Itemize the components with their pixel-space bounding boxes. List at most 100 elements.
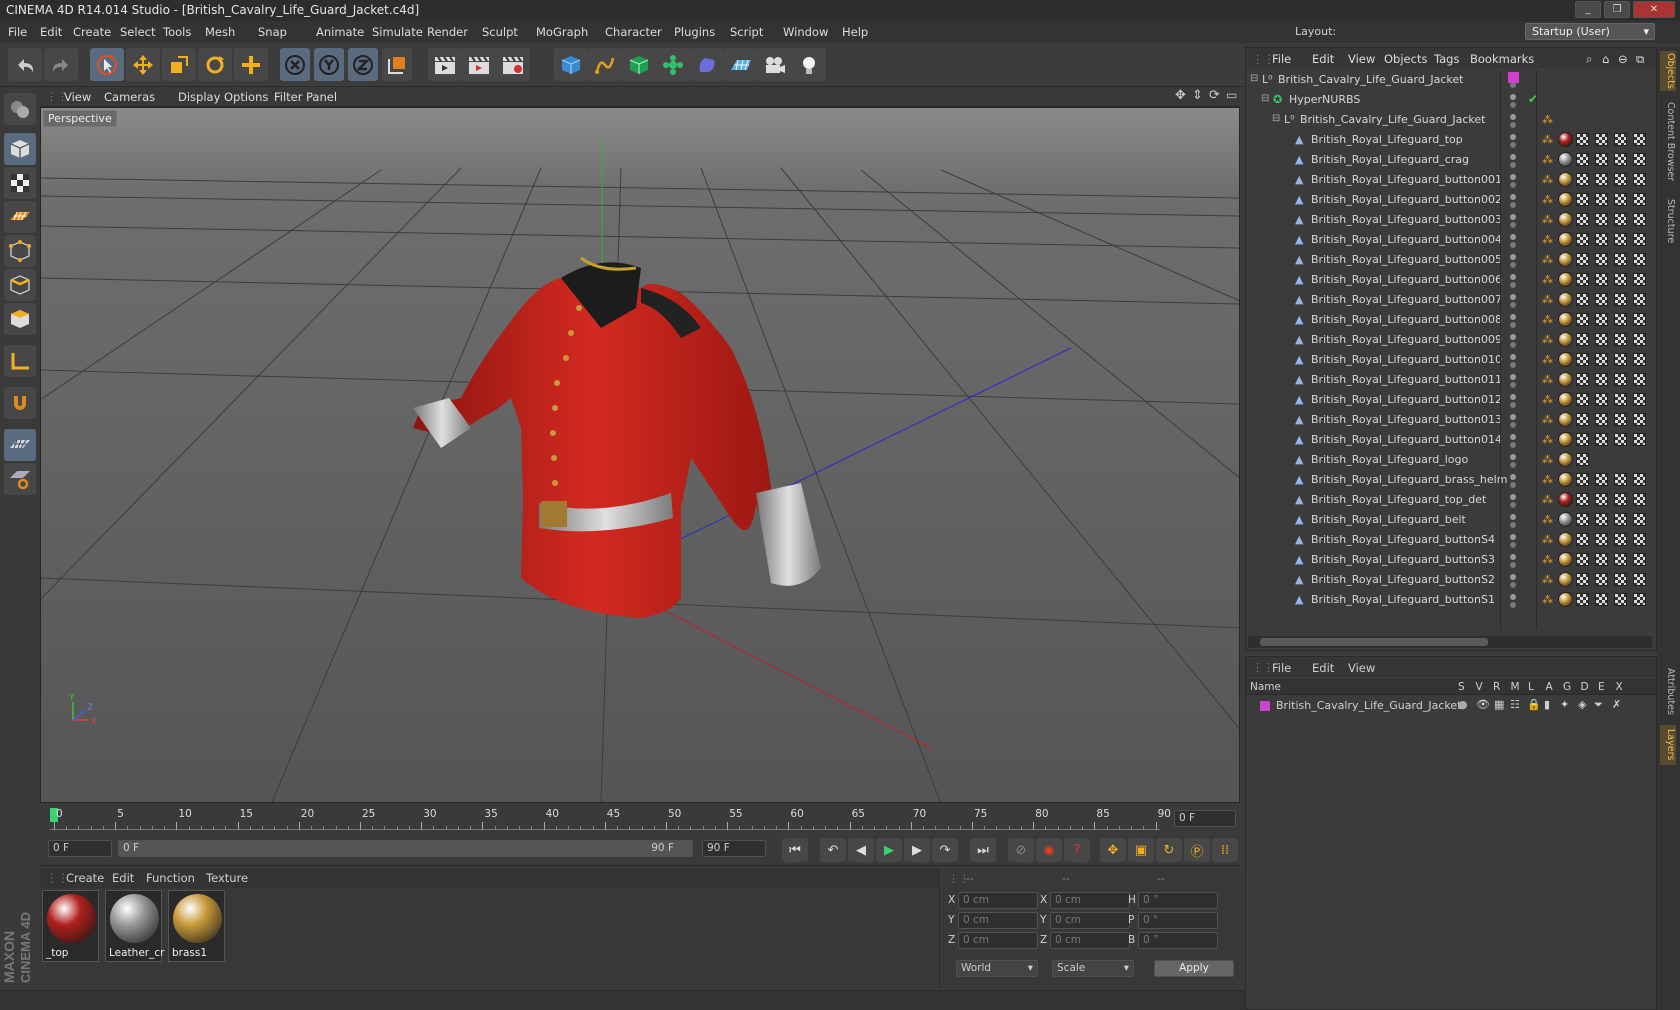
object-row[interactable]: ▲ British_Royal_Lifeguard_logo ⁂ (1246, 450, 1656, 470)
x-axis-button[interactable] (280, 48, 310, 81)
texture-tag-icon[interactable] (1576, 433, 1589, 446)
texture-tag-icon[interactable] (1614, 253, 1627, 266)
tab-attributes[interactable]: Attributes (1660, 663, 1676, 719)
texture-tag-icon[interactable] (1633, 313, 1646, 326)
manager-icon[interactable]: ☷ (1510, 698, 1520, 711)
coord-value-field[interactable]: 0 cm (958, 932, 1038, 949)
go-to-start-button[interactable]: ⏮ (782, 838, 808, 862)
phong-tag-icon[interactable]: ⁂ (1542, 553, 1553, 566)
phong-tag-icon[interactable]: ⁂ (1542, 233, 1553, 246)
menu-edit[interactable]: Edit (40, 25, 62, 39)
previous-key-button[interactable]: ↶ (820, 838, 846, 862)
object-name[interactable]: British_Royal_Lifeguard_button011 (1311, 373, 1502, 386)
object-row[interactable]: ▲ British_Royal_Lifeguard_buttonS3 ⁂ (1246, 550, 1656, 570)
add-light-button[interactable] (792, 48, 826, 81)
object-name[interactable]: British_Royal_Lifeguard_belt (1311, 513, 1466, 526)
editor-visibility-dot[interactable] (1510, 514, 1516, 520)
add-mograph-button[interactable] (656, 48, 690, 81)
texture-tag-icon[interactable] (1614, 173, 1627, 186)
texture-tag-icon[interactable] (1595, 173, 1608, 186)
material-tag-icon[interactable] (1558, 152, 1573, 167)
keyframe-selection-button[interactable]: ? (1064, 838, 1090, 862)
menu-script[interactable]: Script (730, 25, 763, 39)
texture-tag-icon[interactable] (1576, 193, 1589, 206)
home-icon[interactable]: ⌂ (1602, 52, 1609, 66)
collapse-icon[interactable]: ⊟ (1261, 93, 1269, 104)
render-visibility-dot[interactable] (1510, 382, 1516, 388)
viewport-menu-filter[interactable]: Filter (274, 90, 302, 104)
phong-tag-icon[interactable]: ⁂ (1542, 413, 1553, 426)
axis-mode-button[interactable] (4, 345, 36, 377)
material-tag-icon[interactable] (1558, 192, 1573, 207)
render-visibility-dot[interactable] (1510, 102, 1516, 108)
render-visibility-dot[interactable] (1510, 322, 1516, 328)
phong-tag-icon[interactable]: ⁂ (1542, 433, 1553, 446)
editor-visibility-dot[interactable] (1510, 594, 1516, 600)
texture-tag-icon[interactable] (1614, 213, 1627, 226)
texture-tag-icon[interactable] (1633, 393, 1646, 406)
minimize-button[interactable]: _ (1575, 1, 1601, 18)
texture-tag-icon[interactable] (1633, 493, 1646, 506)
object-name[interactable]: British_Royal_Lifeguard_button010 (1311, 353, 1502, 366)
menu-help[interactable]: Help (842, 25, 868, 39)
object-menu-view[interactable]: View (1348, 52, 1375, 66)
render-visibility-dot[interactable] (1510, 122, 1516, 128)
texture-tag-icon[interactable] (1614, 393, 1627, 406)
dolly-view-icon[interactable]: ⇕ (1192, 88, 1203, 103)
object-menu-bookmarks[interactable]: Bookmarks (1470, 52, 1534, 66)
restore-button[interactable]: ❐ (1604, 1, 1630, 18)
layer-column-x[interactable]: X (1616, 681, 1623, 693)
layer-menu-view[interactable]: View (1348, 661, 1375, 675)
render-visibility-dot[interactable] (1510, 142, 1516, 148)
render-visibility-dot[interactable] (1510, 562, 1516, 568)
xref-icon[interactable]: ✗ (1612, 698, 1621, 711)
editor-visibility-dot[interactable] (1510, 194, 1516, 200)
object-row[interactable]: ▲ British_Royal_Lifeguard_button007 ⁂ (1246, 290, 1656, 310)
material-tag-icon[interactable] (1558, 132, 1573, 147)
object-row[interactable]: ▲ British_Royal_Lifeguard_button013 ⁂ (1246, 410, 1656, 430)
render-icon[interactable]: ▦ (1494, 698, 1504, 711)
move-tool-button[interactable] (126, 48, 160, 81)
texture-tag-icon[interactable] (1614, 553, 1627, 566)
texture-tag-icon[interactable] (1576, 593, 1589, 606)
render-visibility-dot[interactable] (1510, 162, 1516, 168)
viewport-menu-display[interactable]: Display (178, 90, 220, 104)
key-rotation-button[interactable]: ↻ (1156, 838, 1182, 862)
texture-tag-icon[interactable] (1576, 313, 1589, 326)
search-icon[interactable]: ⌕ (1586, 52, 1592, 67)
timeline-ruler[interactable]: 0 F 0 5 10 15 20 25 30 35 40 45 50 55 60 65 70 75 80 85 90 (40, 806, 1240, 834)
phong-tag-icon[interactable]: ⁂ (1542, 493, 1553, 506)
render-visibility-dot[interactable] (1510, 362, 1516, 368)
texture-tag-icon[interactable] (1576, 413, 1589, 426)
phong-tag-icon[interactable]: ⁂ (1542, 593, 1553, 606)
editor-visibility-dot[interactable] (1510, 474, 1516, 480)
object-row[interactable]: ▲ British_Royal_Lifeguard_belt ⁂ (1246, 510, 1656, 530)
deformer-icon[interactable]: ◈ (1578, 698, 1586, 711)
object-row[interactable]: ▲ British_Royal_Lifeguard_button012 ⁂ (1246, 390, 1656, 410)
render-visibility-dot[interactable] (1510, 602, 1516, 608)
object-row[interactable]: ▲ British_Royal_Lifeguard_button005 ⁂ (1246, 250, 1656, 270)
texture-tag-icon[interactable] (1633, 153, 1646, 166)
recent-tools-button[interactable] (234, 48, 268, 81)
scrollbar-thumb[interactable] (1260, 638, 1488, 646)
object-row[interactable]: ▲ British_Royal_Lifeguard_buttonS4 ⁂ (1246, 530, 1656, 550)
maximize-view-icon[interactable]: ▭ (1226, 88, 1237, 102)
add-environment-button[interactable] (724, 48, 758, 81)
render-visibility-dot[interactable] (1510, 582, 1516, 588)
texture-tag-icon[interactable] (1614, 533, 1627, 546)
object-name[interactable]: British_Royal_Lifeguard_button003 (1311, 213, 1502, 226)
object-row[interactable]: ▲ British_Royal_Lifeguard_top_det ⁂ (1246, 490, 1656, 510)
editor-visibility-dot[interactable] (1510, 414, 1516, 420)
texture-tag-icon[interactable] (1614, 333, 1627, 346)
material-tag-icon[interactable] (1558, 512, 1573, 527)
object-name[interactable]: British_Royal_Lifeguard_buttonS4 (1311, 533, 1495, 546)
texture-tag-icon[interactable] (1633, 333, 1646, 346)
texture-tag-icon[interactable] (1633, 193, 1646, 206)
phong-tag-icon[interactable]: ⁂ (1542, 513, 1553, 526)
viewport-menu-cameras[interactable]: Cameras (104, 90, 155, 104)
render-visibility-dot[interactable] (1510, 542, 1516, 548)
object-name[interactable]: British_Cavalry_Life_Guard_Jacket (1278, 73, 1463, 86)
coordinate-system-button[interactable] (382, 48, 412, 81)
phong-tag-icon[interactable]: ⁂ (1542, 273, 1553, 286)
texture-tag-icon[interactable] (1576, 233, 1589, 246)
